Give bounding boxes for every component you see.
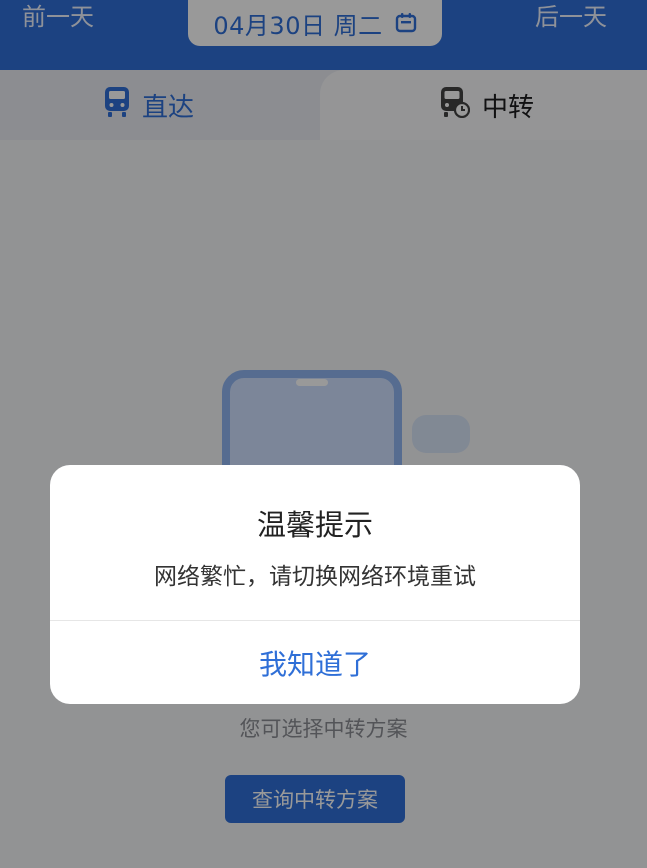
confirm-button[interactable]: 我知道了	[50, 621, 580, 704]
alert-dialog: 温馨提示 网络繁忙，请切换网络环境重试 我知道了	[50, 465, 580, 704]
modal-overlay	[0, 0, 647, 868]
dialog-title: 温馨提示	[256, 508, 373, 542]
dialog-message: 网络繁忙，请切换网络环境重试	[154, 564, 476, 590]
